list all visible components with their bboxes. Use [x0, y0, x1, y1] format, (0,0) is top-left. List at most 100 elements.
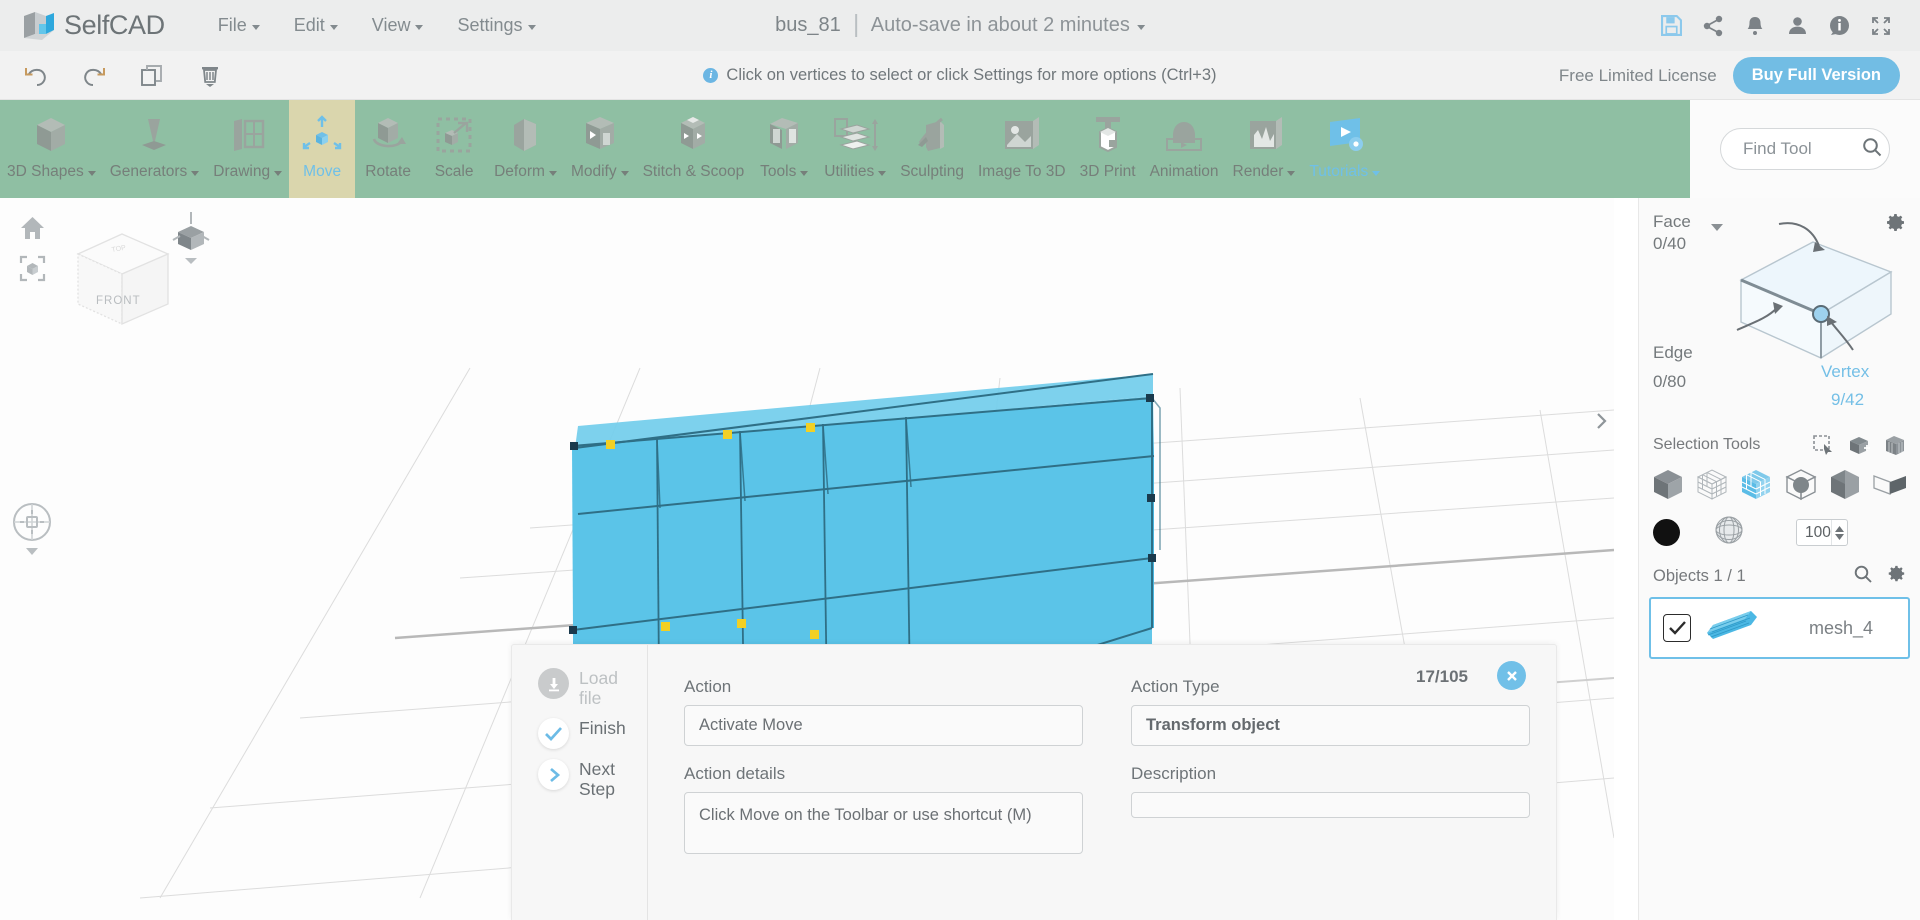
orbit-icon[interactable] — [10, 500, 54, 561]
chevron-down-icon — [878, 171, 887, 176]
download-icon — [538, 668, 569, 699]
toolbar-item-3d-print[interactable]: 3D Print — [1073, 100, 1143, 198]
dialog-steps: Load file Finish Next Step — [512, 645, 648, 920]
toolbar-text: Render — [1232, 163, 1284, 180]
search-icon[interactable] — [1853, 564, 1873, 589]
toolbar-label: Move — [303, 163, 341, 181]
flat-plane-icon[interactable] — [1872, 468, 1908, 507]
close-icon[interactable] — [1497, 661, 1526, 690]
user-account-icon[interactable] — [1776, 5, 1818, 47]
opacity-value: 100 — [1805, 523, 1831, 541]
panel-collapse-toggle[interactable] — [1588, 406, 1614, 436]
toolbar-item-drawing[interactable]: Drawing — [206, 100, 289, 198]
toolbar-label: Modify — [571, 163, 629, 181]
info-icon[interactable] — [1818, 5, 1860, 47]
description-input[interactable] — [1131, 792, 1530, 818]
modify-icon — [574, 108, 626, 162]
license-area: Free Limited License Buy Full Version — [1559, 51, 1900, 100]
toolbar-item-generators[interactable]: Generators — [103, 100, 207, 198]
material-color-swatch[interactable] — [1653, 519, 1680, 546]
solid-cube-icon[interactable] — [1651, 468, 1685, 507]
toolbar-item-tools[interactable]: Tools — [751, 100, 817, 198]
dialog-step-next[interactable]: Next Step — [512, 759, 647, 799]
wireframe-cube-icon[interactable] — [1695, 468, 1729, 507]
list-item[interactable]: mesh_4 — [1649, 597, 1910, 659]
action-type-input[interactable]: Transform object — [1131, 705, 1530, 746]
opacity-stepper[interactable]: 100 — [1796, 519, 1848, 546]
fullscreen-icon[interactable] — [1860, 5, 1902, 47]
toolbar-label: Drawing — [213, 163, 283, 181]
menu-settings[interactable]: Settings — [440, 9, 552, 42]
through-selection-icon[interactable] — [1884, 435, 1906, 456]
action-input[interactable]: Activate Move — [684, 705, 1083, 746]
menu-edit[interactable]: Edit — [277, 9, 355, 42]
texture-sphere-icon[interactable] — [1714, 515, 1744, 550]
toolbar-item-3d-shapes[interactable]: 3D Shapes — [0, 100, 103, 198]
menu-view[interactable]: View — [355, 9, 441, 42]
gear-icon[interactable] — [1886, 564, 1906, 589]
toolbar-item-rotate[interactable]: Rotate — [355, 100, 421, 198]
action-details-input[interactable]: Click Move on the Toolbar or use shortcu… — [684, 792, 1083, 854]
save-icon[interactable] — [1650, 5, 1692, 47]
toolbar-item-modify[interactable]: Modify — [564, 100, 636, 198]
generators-icon — [128, 108, 180, 162]
menu-file[interactable]: File — [201, 9, 277, 42]
render-icon — [1238, 108, 1290, 162]
object-visibility-checkbox[interactable] — [1663, 614, 1691, 642]
undo-button[interactable] — [14, 56, 58, 96]
sphere-in-cube-icon[interactable] — [1784, 468, 1818, 507]
delete-button[interactable] — [188, 56, 232, 96]
right-panel: Face 0/40 Edge 0/80 Vertex 9/42 Selectio… — [1638, 198, 1920, 920]
toolbar-item-move[interactable]: Move — [289, 100, 356, 198]
redo-button[interactable] — [72, 56, 116, 96]
object-thumbnail — [1699, 605, 1761, 652]
dialog-step-finish[interactable]: Finish — [512, 718, 647, 749]
edge-mode-label[interactable]: Edge — [1653, 343, 1693, 363]
rectangle-select-icon[interactable] — [1813, 435, 1835, 455]
toolbar-item-utilities[interactable]: Utilities — [817, 100, 893, 198]
find-tool-placeholder: Find Tool — [1743, 139, 1812, 158]
view-cube[interactable]: FRONT TOP — [60, 216, 185, 346]
toolbar-text: Generators — [109, 163, 188, 180]
toolbar-item-deform[interactable]: Deform — [487, 100, 564, 198]
buy-full-version-button[interactable]: Buy Full Version — [1732, 57, 1900, 94]
shaded-wireframe-cube-icon[interactable] — [1739, 468, 1773, 507]
chevron-down-icon — [274, 171, 283, 176]
face-mode-label[interactable]: Face — [1653, 212, 1691, 232]
share-icon[interactable] — [1692, 5, 1734, 47]
toolbar-item-sculpting[interactable]: Sculpting — [893, 100, 971, 198]
dialog-step-load-file[interactable]: Load file — [512, 668, 647, 708]
notifications-bell-icon[interactable] — [1734, 5, 1776, 47]
toolbar-item-animation[interactable]: Animation — [1143, 100, 1226, 198]
toolbar-item-image-to-3d[interactable]: Image To 3D — [971, 100, 1073, 198]
toolbar-text: Deform — [494, 163, 545, 180]
split-cube-icon[interactable] — [1828, 468, 1862, 507]
toolbar-item-render[interactable]: Render — [1226, 100, 1303, 198]
autosave-status[interactable]: Auto-save in about 2 minutes — [857, 14, 1145, 37]
toolbar-item-tutorials[interactable]: Tutorials — [1302, 100, 1387, 198]
rotate-icon — [362, 108, 414, 162]
stepper-arrows[interactable] — [1831, 520, 1847, 545]
toolbar-text: 3D Print — [1079, 163, 1136, 180]
copy-button[interactable] — [130, 56, 174, 96]
objects-title: Objects 1 / 1 — [1653, 567, 1746, 585]
chevron-down-icon — [87, 171, 96, 176]
toolbar-item-stitch-and-scoop[interactable]: Stitch & Scoop — [636, 100, 752, 198]
material-row: 100 — [1639, 511, 1920, 550]
chevron-down-icon — [1136, 24, 1145, 30]
fit-to-view-icon[interactable] — [12, 248, 52, 288]
toolbar-item-scale[interactable]: Scale — [421, 100, 487, 198]
find-tool-search[interactable]: Find Tool — [1720, 128, 1890, 170]
chevron-down-icon — [527, 24, 536, 30]
chevron-down-icon — [1372, 171, 1381, 176]
app-logo[interactable]: SelfCAD — [22, 10, 165, 42]
home-icon[interactable] — [12, 208, 52, 248]
axis-view-icon[interactable] — [168, 208, 214, 269]
dialog-step-label: Next Step — [579, 759, 615, 799]
toolbar-text: Modify — [570, 163, 617, 180]
tools-icon — [758, 108, 810, 162]
add-selection-icon[interactable] — [1848, 435, 1871, 456]
search-icon[interactable] — [1861, 136, 1883, 163]
main-toolbar: 3D Shapes Generators Drawing Move Rotate… — [0, 100, 1690, 198]
toolbar-text: Tutorials — [1309, 163, 1369, 180]
